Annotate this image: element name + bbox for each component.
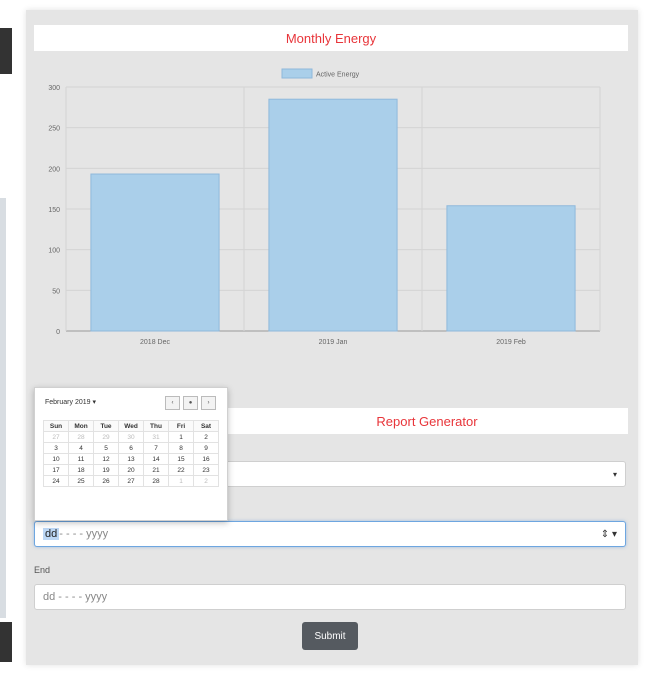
bar-chart: 0 50 100 150 200 250 300 2018 Dec 2019 Jan 2019 … xyxy=(48,68,601,346)
chart-legend: Active Energy xyxy=(281,68,360,79)
background-window-edge xyxy=(0,28,12,74)
y-axis-ticks: 0 50 100 150 200 250 300 xyxy=(48,85,60,336)
calendar-day[interactable]: 19 xyxy=(93,464,119,476)
calendar-day[interactable]: 30 xyxy=(118,431,144,443)
calendar-week: 27 28 29 30 31 1 2 xyxy=(43,431,219,443)
y-tick-label: 100 xyxy=(48,248,60,255)
main-panel: Monthly Energy 0 50 100 150 200 250 300 2018 D… xyxy=(26,10,638,665)
legend-label: Active Energy xyxy=(316,72,360,79)
calendar-day[interactable]: 4 xyxy=(68,442,94,454)
calendar-day[interactable]: 27 xyxy=(118,475,144,487)
chart-bars xyxy=(90,98,576,332)
submit-button[interactable]: Submit xyxy=(302,622,358,650)
calendar-day[interactable]: 1 xyxy=(168,431,194,443)
y-tick-label: 250 xyxy=(48,126,60,133)
calendar-day[interactable]: 26 xyxy=(93,475,119,487)
chevron-down-icon: ▾ xyxy=(612,469,617,479)
y-tick-label: 50 xyxy=(52,288,60,295)
legend-swatch xyxy=(281,68,313,79)
calendar-day[interactable]: 3 xyxy=(43,442,69,454)
weekday-label: Fri xyxy=(168,420,194,432)
background-window-edge xyxy=(0,198,6,618)
month-dropdown[interactable]: February 2019 ▾ xyxy=(45,398,96,406)
calendar-day[interactable]: 21 xyxy=(143,464,169,476)
calendar-week: 10 11 12 13 14 15 16 xyxy=(43,453,219,465)
calendar-day[interactable]: 27 xyxy=(43,431,69,443)
y-tick-label: 300 xyxy=(48,85,60,92)
weekday-label: Sat xyxy=(193,420,219,432)
chart-title: Monthly Energy xyxy=(34,25,628,51)
date-picker-popup: February 2019 ▾ ‹ ● › Sun Mon Tue Wed Thu Fri… xyxy=(34,387,228,521)
y-tick-label: 0 xyxy=(56,329,60,336)
calendar-day[interactable]: 25 xyxy=(68,475,94,487)
calendar-day[interactable]: 24 xyxy=(43,475,69,487)
date-format-hint: - - - - yyyy xyxy=(59,528,109,540)
calendar-day[interactable]: 16 xyxy=(193,453,219,465)
calendar-day[interactable]: 18 xyxy=(68,464,94,476)
weekday-header-row: Sun Mon Tue Wed Thu Fri Sat xyxy=(43,420,219,432)
x-tick-label: 2019 Jan xyxy=(319,339,348,346)
end-date-input[interactable]: dd - - - - yyyy xyxy=(34,584,626,610)
calendar-day[interactable]: 9 xyxy=(193,442,219,454)
calendar-day[interactable]: 28 xyxy=(68,431,94,443)
calendar-day[interactable]: 28 xyxy=(143,475,169,487)
y-tick-label: 150 xyxy=(48,207,60,214)
calendar-day[interactable]: 10 xyxy=(43,453,69,465)
background-window-edge xyxy=(0,622,12,662)
weekday-label: Sun xyxy=(43,420,69,432)
end-date-placeholder: dd - - - - yyyy xyxy=(43,591,108,603)
calendar-day[interactable]: 14 xyxy=(143,453,169,465)
calendar-day[interactable]: 7 xyxy=(143,442,169,454)
calendar-day[interactable]: 12 xyxy=(93,453,119,465)
calendar-day[interactable]: 5 xyxy=(93,442,119,454)
x-tick-label: 2018 Dec xyxy=(140,339,170,346)
bar-2018-dec xyxy=(90,173,220,332)
calendar-day[interactable]: 15 xyxy=(168,453,194,465)
calendar-week: 24 25 26 27 28 1 2 xyxy=(43,475,219,487)
bar-2019-jan xyxy=(268,98,398,332)
date-controls[interactable]: ⇕ ▾ xyxy=(601,529,617,540)
calendar-day[interactable]: 1 xyxy=(168,475,194,487)
weekday-label: Tue xyxy=(93,420,119,432)
day-segment[interactable]: dd xyxy=(43,528,60,540)
calendar-day[interactable]: 13 xyxy=(118,453,144,465)
calendar-day[interactable]: 2 xyxy=(193,475,219,487)
calendar-day[interactable]: 11 xyxy=(68,453,94,465)
y-tick-label: 200 xyxy=(48,166,60,173)
spinner-icon[interactable]: ⇕ xyxy=(601,529,609,540)
x-tick-label: 2019 Feb xyxy=(496,339,526,346)
calendar-week: 3456789 xyxy=(43,442,219,454)
calendar-day[interactable]: 6 xyxy=(118,442,144,454)
start-date-input[interactable]: dd - - - - yyyy ⇕ ▾ xyxy=(34,521,626,547)
calendar-week: 17 18 19 20 21 22 23 xyxy=(43,464,219,476)
weekday-label: Mon xyxy=(68,420,94,432)
end-date-label: End xyxy=(34,565,51,575)
calendar-grid: Sun Mon Tue Wed Thu Fri Sat 27 28 29 30 31 1 2 3 4 5 6 7 8 9… xyxy=(43,420,219,487)
next-month-icon[interactable]: › xyxy=(201,396,216,410)
x-axis-ticks: 2018 Dec 2019 Jan 2019 Feb xyxy=(140,339,526,346)
bar-2019-feb xyxy=(446,205,576,332)
report-title: Report Generator xyxy=(226,408,628,434)
calendar-day[interactable]: 23 xyxy=(193,464,219,476)
calendar-day[interactable]: 20 xyxy=(118,464,144,476)
calendar-day[interactable]: 2 xyxy=(193,431,219,443)
calendar-day[interactable]: 17 xyxy=(43,464,69,476)
prev-month-icon[interactable]: ‹ xyxy=(165,396,180,410)
weekday-label: Wed xyxy=(118,420,144,432)
calendar-day[interactable]: 22 xyxy=(168,464,194,476)
calendar-day[interactable]: 31 xyxy=(143,431,169,443)
weekday-label: Thu xyxy=(143,420,169,432)
chevron-down-icon[interactable]: ▾ xyxy=(612,529,617,540)
today-icon[interactable]: ● xyxy=(183,396,198,410)
calendar-day[interactable]: 29 xyxy=(93,431,119,443)
calendar-day[interactable]: 8 xyxy=(168,442,194,454)
